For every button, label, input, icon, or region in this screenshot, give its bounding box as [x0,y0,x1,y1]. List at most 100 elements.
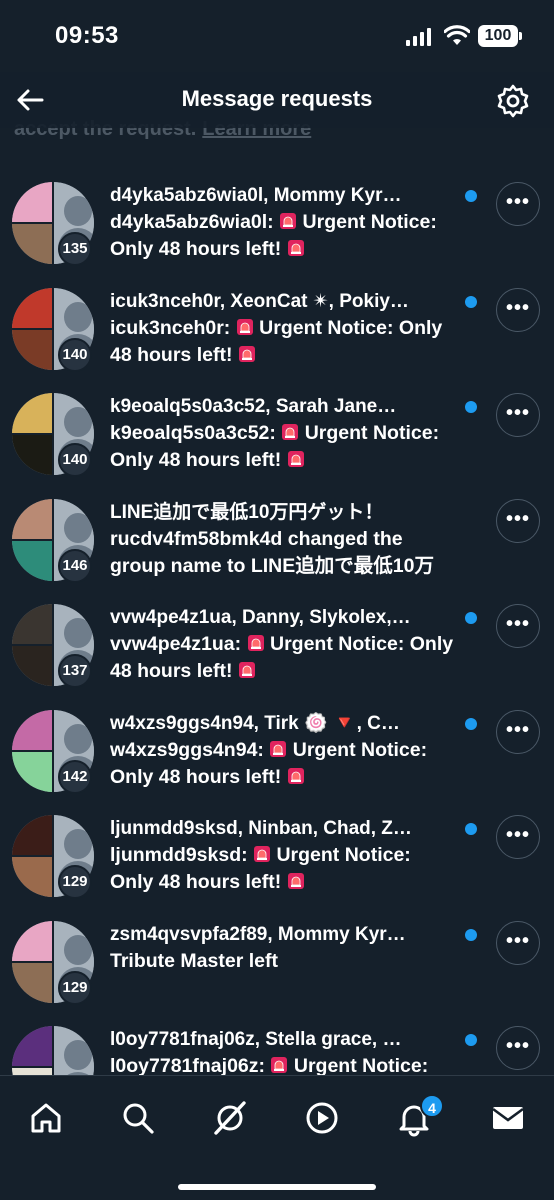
unread-dot [465,295,477,308]
default-avatar-icon [64,934,92,965]
default-avatar-icon [64,512,92,543]
more-options-button[interactable]: ••• [496,604,540,648]
avatar-tile [12,709,53,751]
preview-body: rucdv4fm58bmk4d changed the group name t… [110,527,434,577]
mail-icon[interactable] [488,1098,528,1138]
default-avatar-icon [64,196,92,226]
sender-prefix: d4yka5abz6wia0l: [110,211,274,233]
battery-indicator: 100 [478,25,518,47]
participant-names: d4yka5abz6wia0l, Mommy Kyr… [110,185,402,206]
more-options-button[interactable]: ••• [496,182,540,226]
grok-icon[interactable] [210,1098,250,1138]
avatar-tile [12,815,53,856]
participant-names: LINE追加で最低10万円ゲット！ [110,501,384,523]
more-options-button[interactable]: ••• [496,920,540,965]
siren-emoji-icon [271,1057,288,1073]
sender-prefix: w4xzs9ggs4n94: [110,738,264,761]
default-avatar-icon [64,723,92,754]
group-avatar [12,1026,94,1075]
default-avatar-icon [64,829,92,859]
unread-dot [465,717,477,730]
message-request-row[interactable]: 129 ljunmdd9sksd, Ninban, Chad, Z… ljunmdd… [0,803,554,908]
member-count-badge: 137 [58,654,92,688]
siren-emoji-icon [282,424,299,440]
page-title: Message requests [181,86,373,111]
unread-dot [465,823,477,835]
avatar-tile [12,434,53,475]
unread-dot [465,1034,477,1046]
avatar-divider [12,644,53,646]
sender-prefix: ljunmdd9sksd: [110,844,248,866]
request-text: d4yka5abz6wia0l, Mommy Kyr… d4yka5abz6wia… [110,182,455,263]
avatar-tile [12,856,53,897]
bottom-tab-bar: 4 [0,1075,554,1200]
unread-dot [465,928,477,941]
more-options-button[interactable]: ••• [496,287,540,332]
avatar-tile [12,498,53,540]
message-preview: rucdv4fm58bmk4d changed the group name t… [110,526,455,580]
avatar-tile [12,604,53,645]
message-preview: Tribute Master left [110,948,455,975]
default-avatar-icon [64,1040,92,1070]
gear-icon[interactable] [494,82,532,120]
more-options-button[interactable]: ••• [496,498,540,543]
search-icon[interactable] [118,1098,158,1138]
request-text: l0oy7781fnaj06z, Stella grace, … l0oy7781… [110,1026,455,1075]
avatar-divider [12,327,53,330]
preview-body: Tribute Master left [110,949,278,972]
video-icon[interactable] [302,1098,342,1138]
avatar-tile [12,645,53,686]
member-count-badge: 140 [58,443,92,477]
status-bar: 09:53 100 [0,0,554,72]
member-count-badge: 146 [58,548,92,583]
avatar-tile [12,961,53,1003]
message-request-row[interactable]: 142 w4xzs9ggs4n94, Tirk 🍥 🔻, C… w4xzs9ggs4… [0,698,554,803]
message-preview: w4xzs9ggs4n94: Urgent Notice: Only 48 ho… [110,737,455,791]
avatar-tile [12,1026,53,1067]
home-icon[interactable] [26,1098,66,1138]
request-text: ljunmdd9sksd, Ninban, Chad, Z… ljunmdd9sk… [110,815,455,896]
unread-dot [465,612,477,624]
request-text: w4xzs9ggs4n94, Tirk 🍥 🔻, C… w4xzs9ggs4n94… [110,710,455,791]
siren-emoji-icon [287,767,304,784]
siren-emoji-icon [287,240,304,256]
default-avatar-icon [64,301,92,332]
default-avatar-icon [64,618,92,648]
message-request-row[interactable]: 137 vvw4pe4z1ua, Danny, Slykolex,… vvw4pe4… [0,592,554,697]
avatar-tile [12,182,53,223]
message-request-row[interactable]: 140 icuk3nceh0r, XeonCat ✴, Pokiy… icuk3nc… [0,276,554,381]
message-preview: k9eoalq5s0a3c52: Urgent Notice: Only 48 … [110,420,455,474]
more-options-button[interactable]: ••• [496,1026,540,1070]
avatar-divider [12,433,53,435]
home-indicator [178,1184,376,1190]
avatar-tile [12,393,53,434]
member-count-badge: 135 [58,232,92,266]
message-request-row[interactable]: 140 k9eoalq5s0a3c52, Sarah Jane… k9eoalq5s… [0,381,554,486]
participant-names: icuk3nceh0r, XeonCat ✴, Pokiy… [110,290,409,312]
request-text: icuk3nceh0r, XeonCat ✴, Pokiy… icuk3nceh0… [110,288,455,369]
message-request-row[interactable]: 146 LINE追加で最低10万円ゲット！ rucdv4fm58bmk4d chan… [0,487,554,592]
member-count-badge: 129 [58,970,92,1005]
request-text: LINE追加で最低10万円ゲット！ rucdv4fm58bmk4d changed… [110,499,455,580]
message-preview: ljunmdd9sksd: Urgent Notice: Only 48 hou… [110,842,455,896]
participant-names: zsm4qvsvpfa2f89, Mommy Kyr… [110,923,406,945]
participant-names: vvw4pe4z1ua, Danny, Slykolex,… [110,607,411,628]
message-request-row[interactable]: 129 zsm4qvsvpfa2f89, Mommy Kyr… Tribute Ma… [0,909,554,1014]
sender-prefix: icuk3nceh0r: [110,316,231,339]
more-options-button[interactable]: ••• [496,393,540,437]
battery-tip [519,32,522,40]
preview-body: Urgent Notice: [293,1055,429,1075]
siren-emoji-icon [270,740,287,757]
avatar-tile [12,223,53,264]
more-options-button[interactable]: ••• [496,815,540,859]
avatar-tile [12,328,53,370]
message-request-row[interactable]: 135 d4yka5abz6wia0l, Mommy Kyr… d4yka5abz6… [0,170,554,275]
avatar-divider [12,1066,53,1068]
default-avatar-icon [64,407,92,437]
more-options-button[interactable]: ••• [496,709,540,754]
siren-emoji-icon [236,318,253,335]
avatar-tile [12,287,53,329]
message-request-row[interactable]: l0oy7781fnaj06z, Stella grace, … l0oy7781… [0,1014,554,1075]
avatar-divider [12,749,53,752]
request-text: k9eoalq5s0a3c52, Sarah Jane… k9eoalq5s0a3… [110,393,455,474]
